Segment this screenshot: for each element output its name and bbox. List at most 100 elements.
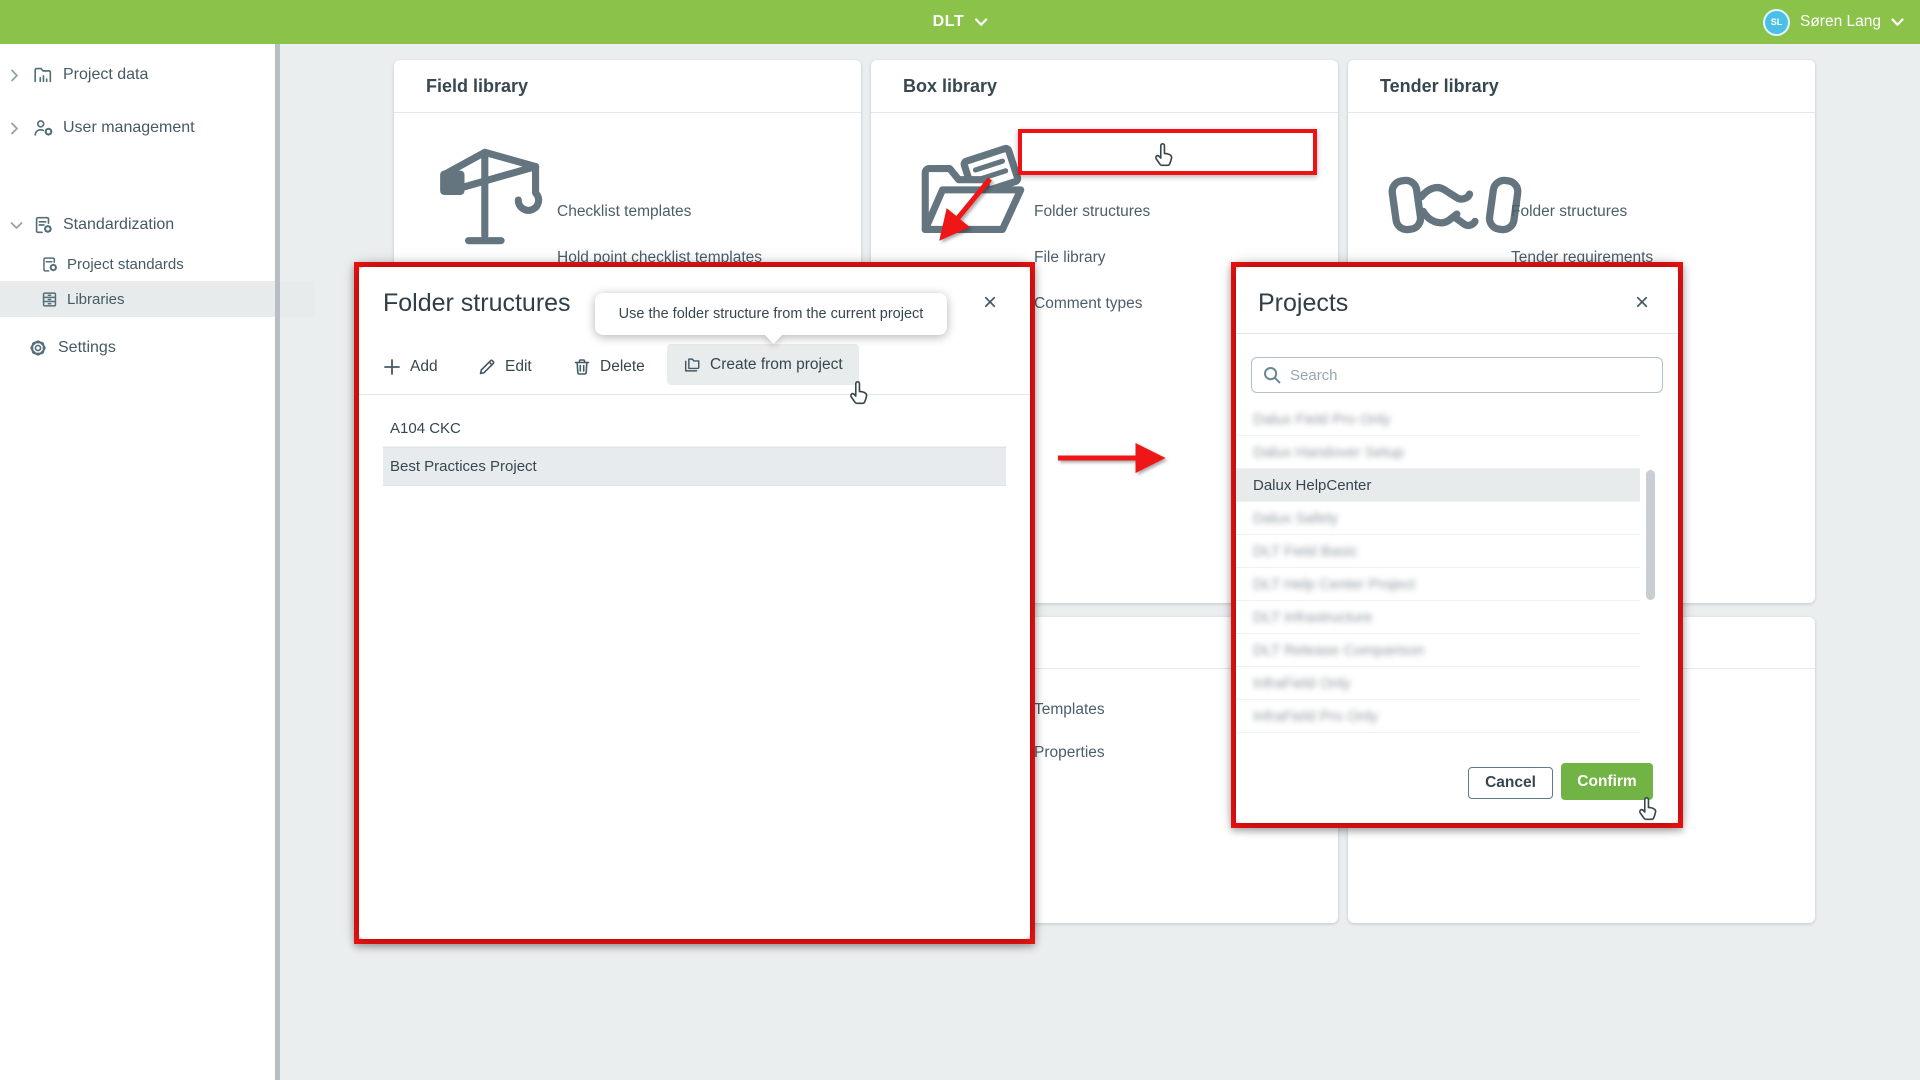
project-label: DLT Field Basic bbox=[1253, 543, 1357, 560]
project-row[interactable]: InfraField Only bbox=[1236, 667, 1640, 700]
folder-structure-row[interactable]: Best Practices Project bbox=[383, 447, 1006, 486]
chevron-right-icon bbox=[0, 69, 32, 82]
toolbar-divider bbox=[359, 394, 1030, 395]
tooltip-caret bbox=[764, 325, 782, 343]
project-row[interactable]: Dalux Handover Setup bbox=[1236, 436, 1640, 469]
search-icon bbox=[1262, 365, 1282, 385]
edit-label: Edit bbox=[505, 358, 532, 376]
sidebar-item-label: Project standards bbox=[67, 256, 184, 273]
link-checklist-templates[interactable]: Checklist templates bbox=[557, 200, 691, 224]
card-title: Tender library bbox=[1380, 76, 1499, 97]
project-label: DLT Help Center Project bbox=[1253, 576, 1415, 593]
add-button[interactable]: Add bbox=[377, 349, 444, 385]
user-name: Søren Lang bbox=[1800, 13, 1881, 31]
project-row[interactable]: DLT Help Center Project bbox=[1236, 568, 1640, 601]
project-label: InfraField Pro Only bbox=[1253, 708, 1378, 725]
sidebar: Project data User management Standardiza… bbox=[0, 44, 275, 1080]
chevron-right-icon bbox=[0, 122, 32, 135]
add-label: Add bbox=[410, 358, 438, 376]
card-divider bbox=[1348, 112, 1815, 113]
folder-structures-modal: Folder structures × Add Edit Delete Crea… bbox=[359, 267, 1030, 939]
card-divider bbox=[871, 112, 1338, 113]
user-management-icon bbox=[32, 117, 54, 139]
folder-structure-label: Best Practices Project bbox=[390, 458, 537, 475]
project-switcher-label: DLT bbox=[933, 13, 965, 31]
standardization-icon bbox=[32, 214, 54, 236]
project-label: InfraField Only bbox=[1253, 675, 1351, 692]
create-from-project-label: Create from project bbox=[710, 356, 843, 374]
project-row[interactable]: DLT Field Basic bbox=[1236, 535, 1640, 568]
project-label: Dalux HelpCenter bbox=[1253, 477, 1371, 494]
link-folder-structures[interactable]: Folder structures bbox=[1034, 200, 1150, 224]
topbar: DLT SL Søren Lang bbox=[0, 0, 1920, 44]
chevron-down-icon bbox=[974, 18, 987, 27]
project-row[interactable]: DLT Infrastructure bbox=[1236, 601, 1640, 634]
project-row-selected[interactable]: Dalux HelpCenter bbox=[1236, 469, 1640, 502]
sidebar-item-label: Libraries bbox=[67, 291, 125, 308]
sidebar-item-project-data[interactable]: Project data bbox=[0, 58, 275, 92]
card-divider bbox=[394, 112, 861, 113]
plus-icon bbox=[383, 358, 401, 376]
project-switcher[interactable]: DLT bbox=[933, 0, 988, 44]
link-templates[interactable]: Templates bbox=[1034, 698, 1105, 722]
link-comment-types[interactable]: Comment types bbox=[1034, 292, 1143, 316]
modal-title: Folder structures bbox=[383, 289, 571, 318]
link-properties[interactable]: Properties bbox=[1034, 741, 1105, 765]
chevron-down-icon bbox=[0, 221, 32, 230]
project-row[interactable]: InfraField Pro Only bbox=[1236, 700, 1640, 733]
user-menu[interactable]: SL Søren Lang bbox=[1763, 0, 1904, 44]
card-title: Box library bbox=[903, 76, 997, 97]
edit-button[interactable]: Edit bbox=[472, 349, 538, 385]
folder-structure-label: A104 CKC bbox=[390, 420, 461, 437]
folder-structure-row[interactable]: A104 CKC bbox=[383, 410, 1006, 447]
project-row[interactable]: Dalux Safety bbox=[1236, 502, 1640, 535]
confirm-button[interactable]: Confirm bbox=[1561, 763, 1653, 800]
project-label: Dalux Safety bbox=[1253, 510, 1338, 527]
sidebar-item-libraries[interactable]: Libraries bbox=[0, 281, 315, 317]
modal-title: Projects bbox=[1258, 289, 1348, 318]
sidebar-item-label: Standardization bbox=[63, 216, 174, 234]
sidebar-item-standardization[interactable]: Standardization bbox=[0, 208, 275, 242]
link-folder-structures[interactable]: Folder structures bbox=[1511, 200, 1627, 224]
tooltip: Use the folder structure from the curren… bbox=[595, 293, 947, 335]
avatar: SL bbox=[1763, 9, 1790, 36]
crane-icon bbox=[432, 132, 564, 264]
handshake-icon bbox=[1386, 155, 1524, 255]
chevron-down-icon bbox=[1891, 18, 1904, 27]
libraries-icon bbox=[40, 290, 59, 309]
project-label: DLT Infrastructure bbox=[1253, 609, 1373, 626]
tooltip-text: Use the folder structure from the curren… bbox=[619, 306, 924, 322]
pencil-icon bbox=[478, 358, 496, 376]
card-title: Field library bbox=[426, 76, 528, 97]
link-file-library[interactable]: File library bbox=[1034, 246, 1105, 270]
header-divider bbox=[1236, 333, 1678, 334]
projects-modal: Projects × Dalux Field Pro Only Dalux Ha… bbox=[1236, 267, 1678, 823]
gear-icon bbox=[27, 337, 49, 359]
avatar-initials: SL bbox=[1771, 17, 1783, 27]
sidebar-item-user-management[interactable]: User management bbox=[0, 111, 275, 145]
projects-modal-frame: Projects × Dalux Field Pro Only Dalux Ha… bbox=[1231, 262, 1683, 828]
scrollbar-thumb[interactable] bbox=[1646, 470, 1655, 600]
project-standards-icon bbox=[40, 255, 59, 274]
project-label: Dalux Handover Setup bbox=[1253, 444, 1404, 461]
close-icon[interactable]: × bbox=[1628, 289, 1656, 317]
project-row[interactable]: Dalux Field Pro Only bbox=[1236, 403, 1640, 436]
cancel-button[interactable]: Cancel bbox=[1468, 767, 1553, 799]
folder-structures-modal-frame: Folder structures × Add Edit Delete Crea… bbox=[354, 262, 1035, 944]
delete-label: Delete bbox=[600, 358, 645, 376]
folder-icon bbox=[909, 132, 1041, 264]
sidebar-item-settings[interactable]: Settings bbox=[0, 331, 302, 365]
close-icon[interactable]: × bbox=[976, 289, 1004, 317]
sidebar-item-label: Project data bbox=[63, 66, 148, 84]
sidebar-item-label: Settings bbox=[58, 339, 116, 357]
project-data-icon bbox=[32, 64, 54, 86]
project-label: DLT Release Comparison bbox=[1253, 642, 1424, 659]
project-row[interactable]: DLT Release Comparison bbox=[1236, 634, 1640, 667]
project-label: Dalux Field Pro Only bbox=[1253, 411, 1391, 428]
search-input[interactable] bbox=[1251, 357, 1663, 393]
sidebar-divider bbox=[275, 44, 280, 1080]
copy-folder-icon bbox=[683, 356, 701, 374]
sidebar-item-project-standards[interactable]: Project standards bbox=[0, 248, 315, 280]
delete-button[interactable]: Delete bbox=[567, 349, 651, 385]
create-from-project-button[interactable]: Create from project bbox=[667, 344, 859, 385]
